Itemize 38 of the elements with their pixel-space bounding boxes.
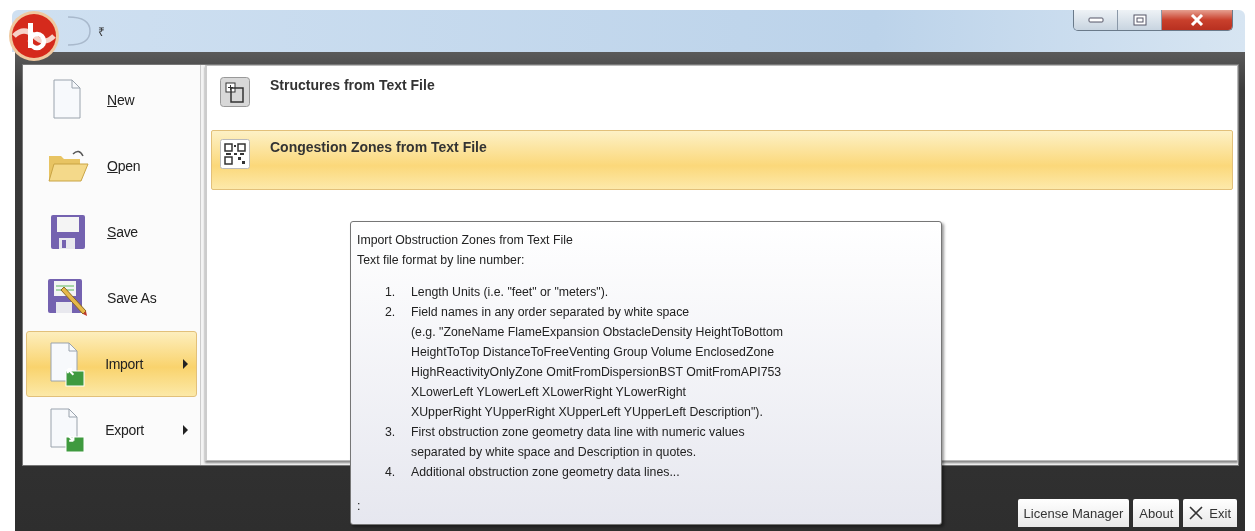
- exit-button[interactable]: Exit: [1183, 499, 1237, 527]
- submenu-item[interactable]: Structures from Text File: [211, 68, 1233, 128]
- list-number: 1.: [385, 284, 397, 301]
- structure-icon: [220, 77, 250, 107]
- folder-icon: [47, 148, 90, 184]
- customize-toolbar-button[interactable]: ₹: [98, 22, 105, 40]
- close-button[interactable]: [1162, 10, 1232, 30]
- footer-button[interactable]: About: [1133, 499, 1180, 527]
- list-number: 4.: [385, 464, 397, 481]
- app-logo[interactable]: [8, 10, 60, 62]
- tooltip-text: Text file format by line number:: [357, 252, 526, 269]
- submenu-item[interactable]: Congestion Zones from Text File: [211, 130, 1233, 190]
- minimize-button[interactable]: [1074, 10, 1118, 30]
- maximize-button[interactable]: [1118, 10, 1162, 30]
- maximize-icon: [1132, 14, 1147, 26]
- footer-button[interactable]: License Manager: [1017, 499, 1130, 527]
- quick-access-tab-icon: [66, 16, 92, 46]
- menu-item[interactable]: Open: [26, 133, 197, 199]
- list-number: 2.: [385, 304, 397, 321]
- list-item-text: Field names in any order separated by white space (e.g. "ZoneName FlameExpansion ObstacleDensity HeightToBottom HeightToTop DistanceToFreeVenting Group Volume EnclosedZone HighReactivityOnlyZone OmitFromDispersionBST OmitFromAPI753 XLowerLeft YLowerLeft XLowerRight YLowerRight XUpperRight YUpperRight XUpperLeft YUpperLeft Description").: [411, 304, 784, 421]
- menu-item[interactable]: Export: [26, 397, 197, 463]
- floppy-disk-pencil-icon: [47, 278, 90, 318]
- menu-item[interactable]: New: [26, 67, 197, 133]
- list-item-text: Length Units (i.e. "feet" or "meters").: [411, 284, 609, 301]
- menu-item[interactable]: Save: [26, 199, 197, 265]
- document-import-icon: [48, 341, 87, 387]
- list-item-text: Additional obstruction zone geometry data lines...: [411, 464, 680, 481]
- document-export-icon: [48, 407, 87, 453]
- qr-code-icon: [220, 139, 250, 169]
- menu-item[interactable]: Save As: [26, 265, 197, 331]
- tooltip-text: :: [357, 498, 362, 515]
- minimize-icon: [1087, 17, 1104, 23]
- tooltip-title: Import Obstruction Zones from Text File: [357, 232, 574, 249]
- close-icon: [1189, 506, 1204, 520]
- menu-item[interactable]: Import: [26, 331, 197, 397]
- close-icon: [1189, 14, 1205, 26]
- list-number: 3.: [385, 424, 397, 441]
- list-item-text: First obstruction zone geometry data line with numeric values separated by white space and Description in quotes.: [411, 424, 745, 461]
